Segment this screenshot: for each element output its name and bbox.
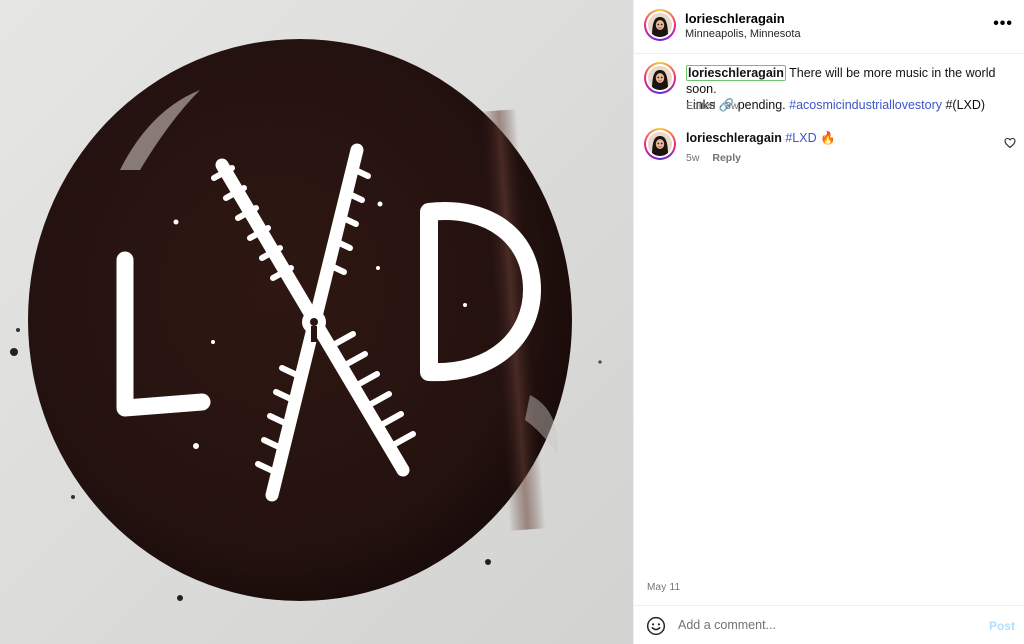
post-date[interactable]: May 11 xyxy=(647,582,680,593)
profile-avatar[interactable] xyxy=(644,9,676,41)
reply-button[interactable]: Reply xyxy=(712,152,741,164)
comment-time[interactable]: 5w xyxy=(686,152,699,164)
comment-text: lorieschleragain #LXD 🔥 xyxy=(686,131,836,146)
comment-hashtag[interactable]: #LXD xyxy=(785,131,816,145)
avatar-image xyxy=(648,66,672,90)
comment-meta: 5w Reply xyxy=(686,152,741,164)
edited-label: Edited xyxy=(686,100,716,112)
avatar-image xyxy=(648,132,672,156)
caption-avatar[interactable] xyxy=(644,62,676,94)
fire-emoji: 🔥 xyxy=(820,131,836,145)
caption-hashtag[interactable]: #acosmicindustriallovestory xyxy=(789,98,942,112)
post-header: lorieschleragain Minneapolis, Minnesota … xyxy=(634,0,1024,54)
caption-time[interactable]: 3w xyxy=(725,100,738,112)
lxd-button-photo xyxy=(0,0,633,644)
comment-username[interactable]: lorieschleragain xyxy=(686,131,782,145)
post-side-panel: lorieschleragain Minneapolis, Minnesota … xyxy=(633,0,1024,644)
comment-composer: Post xyxy=(634,605,1024,644)
comment-item: lorieschleragain #LXD 🔥 5w Reply xyxy=(634,128,1024,168)
caption-meta: Edited · 3w xyxy=(686,100,739,112)
heart-icon[interactable] xyxy=(1004,137,1016,149)
header-username[interactable]: lorieschleragain xyxy=(685,11,785,26)
comment-avatar[interactable] xyxy=(644,128,676,160)
smiley-icon[interactable] xyxy=(646,616,666,636)
header-location[interactable]: Minneapolis, Minnesota xyxy=(685,28,801,40)
comment-input[interactable] xyxy=(678,614,968,636)
avatar-image xyxy=(648,13,672,37)
more-options-icon[interactable]: ••• xyxy=(993,15,1013,33)
post-image[interactable] xyxy=(0,0,633,644)
post-button[interactable]: Post xyxy=(989,619,1015,633)
caption-text-3: #(LXD) xyxy=(945,98,986,112)
caption-username[interactable]: lorieschleragain xyxy=(686,65,786,81)
